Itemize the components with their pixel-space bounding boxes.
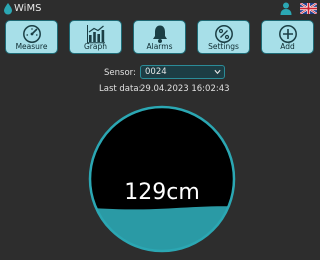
graph-button-label: Graph [83,42,107,51]
droplet-logo-icon [4,3,12,15]
gauge-icon [22,25,41,43]
app-title: WiMS [14,3,42,14]
bell-icon [152,25,167,43]
percent-dial-icon [214,25,233,43]
graph-button[interactable]: Graph [69,20,122,54]
bar-chart-icon [86,25,105,44]
sensor-select[interactable]: 0024 [140,65,225,79]
title-bar: WiMS [0,0,320,18]
sensor-selected-value: 0024 [145,67,167,77]
app-window: WiMS Measure Graph Alarms Settings Add S… [0,0,320,260]
add-button[interactable]: Add [261,20,314,54]
measure-button[interactable]: Measure [5,20,58,54]
measure-button-label: Measure [15,42,48,51]
alarms-button[interactable]: Alarms [133,20,186,54]
alarms-button-label: Alarms [146,42,173,51]
settings-button-label: Settings [208,42,239,51]
level-gauge [88,105,236,253]
user-icon[interactable] [280,2,292,15]
plus-circle-icon [278,25,297,43]
chevron-down-icon [214,69,221,75]
settings-button[interactable]: Settings [197,20,250,54]
main-toolbar: Measure Graph Alarms Settings Add [0,20,320,56]
last-data-label: Last data: [99,84,142,94]
add-button-label: Add [280,42,295,51]
last-data-value: 29.04.2023 16:02:43 [140,84,230,94]
level-readout: 129cm [124,179,200,205]
sensor-label: Sensor: [104,68,136,78]
uk-flag-icon[interactable] [300,3,317,14]
